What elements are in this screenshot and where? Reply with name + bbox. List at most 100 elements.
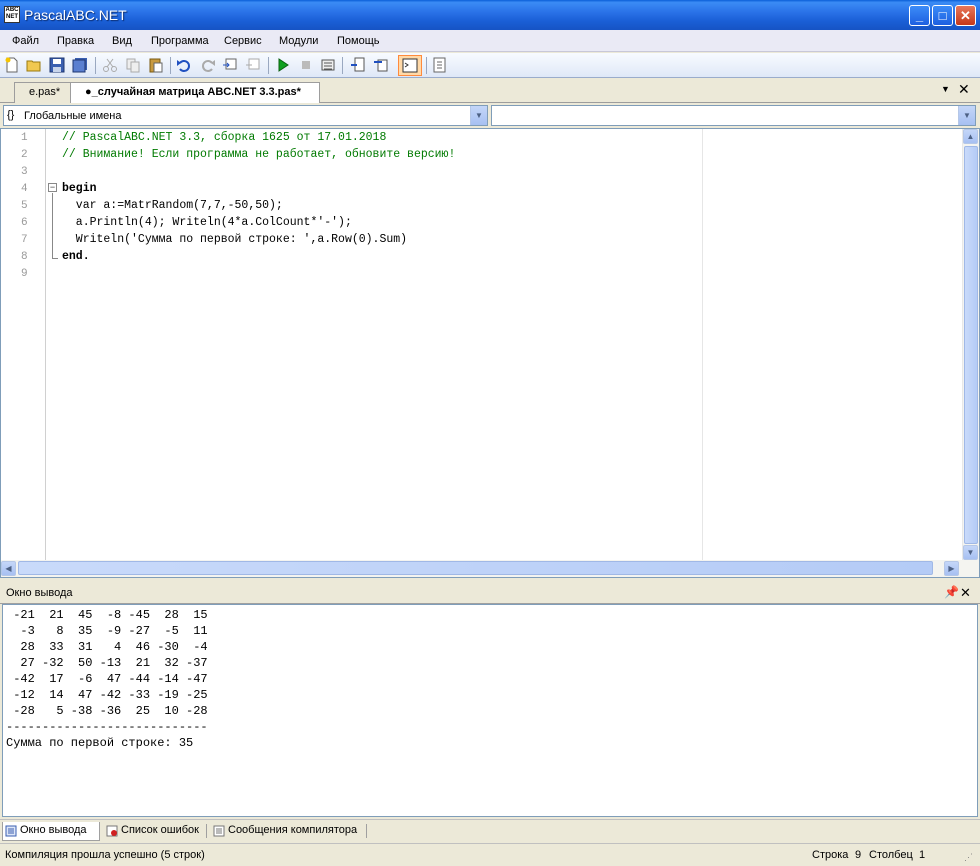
app-icon: ABC NET — [4, 6, 20, 23]
copy-icon[interactable] — [125, 57, 141, 73]
close-tab-icon[interactable]: ✕ — [958, 81, 970, 98]
compile-icon[interactable] — [320, 57, 336, 73]
toolbar — [0, 53, 980, 78]
output-window[interactable]: -21 21 45 -8 -45 28 15 -3 8 35 -9 -27 -5… — [2, 604, 978, 817]
bottom-panel-tabs: Окно вывода Список ошибок Сообщения комп… — [0, 819, 980, 841]
toolbar-separator — [170, 57, 171, 74]
braces-icon: {} — [7, 109, 15, 121]
line-number: 6 — [21, 217, 28, 229]
menu-service[interactable]: Сервис — [224, 35, 262, 47]
menu-file[interactable]: Файл — [12, 35, 39, 47]
compiler-messages-icon — [213, 825, 225, 837]
close-button[interactable]: ✕ — [955, 5, 976, 26]
tab-separator — [366, 824, 367, 838]
app-icon-text: ABC NET — [5, 7, 19, 20]
resize-grip-icon[interactable]: ⋰ — [964, 852, 973, 863]
code-line: a.Println(4); Writeln(4*a.ColCount*'-'); — [62, 216, 352, 229]
menu-help[interactable]: Помощь — [337, 35, 380, 47]
menu-view[interactable]: Вид — [112, 35, 132, 47]
scroll-up-icon[interactable]: ▲ — [963, 129, 978, 144]
output-text: -21 21 45 -8 -45 28 15 -3 8 35 -9 -27 -5… — [6, 608, 208, 750]
open-folder-icon[interactable] — [26, 57, 42, 73]
indent-icon[interactable] — [222, 57, 238, 73]
scroll-down-icon[interactable]: ▼ — [963, 545, 978, 560]
line-number-gutter: 1 2 3 4 5 6 7 8 9 — [1, 129, 46, 561]
tab-compiler-messages[interactable]: Сообщения компилятора — [211, 822, 357, 841]
code-line: // PascalABC.NET 3.3, сборка 1625 от 17.… — [62, 131, 387, 144]
stop-icon[interactable] — [298, 57, 314, 73]
toolbar-separator — [95, 57, 96, 74]
tab-label: ●_случайная матрица ABC.NET 3.3.pas* — [85, 86, 301, 98]
scope-combobox[interactable]: {} Глобальные имена ▼ — [3, 105, 488, 126]
scope-bar: {} Глобальные имена ▼ ▼ — [0, 103, 980, 127]
menu-bar: Файл Правка Вид Программа Сервис Модули … — [0, 30, 980, 52]
close-panel-icon[interactable]: ✕ — [960, 585, 971, 601]
tab-list-dropdown-icon[interactable]: ▼ — [941, 84, 950, 94]
fold-guide — [52, 193, 58, 259]
code-line: end. — [62, 250, 90, 263]
line-number: 7 — [21, 234, 28, 246]
toolbar-separator — [426, 57, 427, 74]
step-into-icon[interactable] — [350, 57, 366, 73]
line-number: 4 — [21, 183, 28, 195]
status-bar: Компиляция прошла успешно (5 строк) Стро… — [0, 843, 980, 866]
code-line: begin — [62, 182, 97, 195]
tab-output-window[interactable]: Окно вывода — [2, 822, 100, 841]
redo-icon[interactable] — [200, 57, 216, 73]
form-designer-icon[interactable] — [432, 57, 448, 73]
paste-icon[interactable] — [148, 57, 164, 73]
tab-error-list[interactable]: Список ошибок — [104, 822, 199, 841]
line-number: 5 — [21, 200, 28, 212]
chevron-down-icon[interactable]: ▼ — [470, 106, 487, 125]
error-list-icon — [106, 825, 118, 837]
fold-toggle-icon[interactable]: − — [48, 183, 57, 192]
run-icon[interactable] — [275, 57, 291, 73]
save-all-icon[interactable] — [72, 57, 88, 73]
output-panel-title: Окно вывода — [6, 587, 73, 599]
code-line: // Внимание! Если программа не работает,… — [62, 148, 456, 161]
code-line: Writeln('Сумма по первой строке: ',a.Row… — [62, 233, 408, 246]
column-value: 1 — [919, 849, 926, 861]
window-title: PascalABC.NET — [24, 7, 127, 23]
tab-e-pas[interactable]: e.pas* — [14, 82, 76, 103]
menu-program[interactable]: Программа — [151, 35, 209, 47]
tab-bar: e.pas* ●_случайная матрица ABC.NET 3.3.p… — [0, 79, 980, 103]
vertical-scroll-thumb[interactable] — [964, 146, 978, 544]
tab-label: Сообщения компилятора — [228, 824, 358, 836]
output-window-toggle[interactable] — [398, 55, 422, 76]
scope-value: Глобальные имена — [24, 110, 122, 122]
line-number: 9 — [21, 268, 28, 280]
member-combobox[interactable]: ▼ — [491, 105, 976, 126]
row-value: 9 — [855, 849, 862, 861]
menu-modules[interactable]: Модули — [279, 35, 318, 47]
code-editor[interactable]: 1 2 3 4 5 6 7 8 9 − // PascalABC.NET 3.3… — [0, 128, 980, 578]
unindent-icon[interactable] — [245, 57, 261, 73]
new-file-icon[interactable] — [4, 57, 20, 73]
right-margin-line — [702, 129, 703, 561]
maximize-button[interactable]: □ — [932, 5, 953, 26]
code-line: var a:=MatrRandom(7,7,-50,50); — [62, 199, 283, 212]
horizontal-scroll-thumb[interactable] — [18, 561, 933, 575]
scroll-right-icon[interactable]: ▶ — [944, 561, 959, 576]
minimize-button[interactable]: _ — [909, 5, 930, 26]
vertical-scrollbar[interactable]: ▲ ▼ — [962, 129, 979, 561]
save-icon[interactable] — [49, 57, 65, 73]
undo-icon[interactable] — [176, 57, 192, 73]
output-window-icon — [5, 825, 17, 837]
row-label: Строка — [812, 849, 849, 861]
scroll-left-icon[interactable]: ◀ — [1, 561, 16, 576]
tab-label: Список ошибок — [121, 824, 199, 836]
status-message: Компиляция прошла успешно (5 строк) — [5, 849, 205, 861]
chevron-down-icon[interactable]: ▼ — [958, 106, 975, 125]
column-label: Столбец — [869, 849, 913, 861]
tab-active-file[interactable]: ●_случайная матрица ABC.NET 3.3.pas* — [70, 82, 320, 103]
cut-icon[interactable] — [102, 57, 118, 73]
horizontal-scrollbar[interactable]: ◀ ▶ — [1, 560, 979, 577]
line-number: 1 — [21, 132, 28, 144]
pin-icon[interactable]: 📌 — [944, 585, 959, 599]
title-bar: ABC NET PascalABC.NET _ □ ✕ — [0, 0, 980, 30]
step-over-icon[interactable] — [373, 57, 389, 73]
menu-edit[interactable]: Правка — [57, 35, 94, 47]
toolbar-separator — [268, 57, 269, 74]
toolbar-separator — [342, 57, 343, 74]
